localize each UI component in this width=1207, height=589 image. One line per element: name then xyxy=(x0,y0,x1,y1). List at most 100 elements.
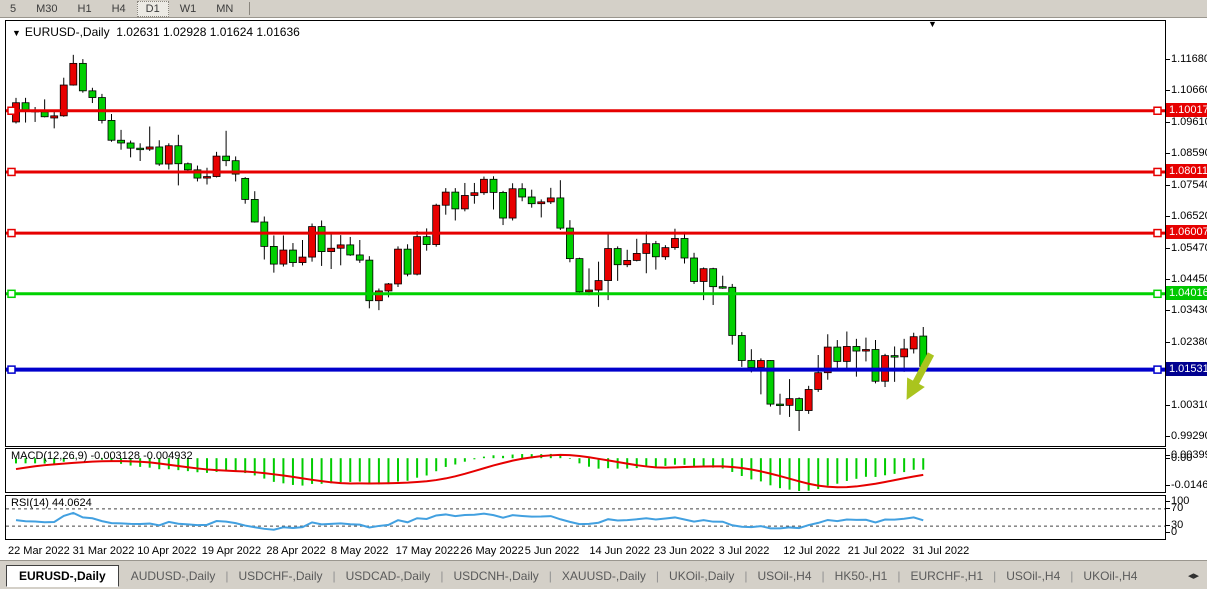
candle xyxy=(347,237,354,256)
candle xyxy=(624,250,631,267)
candle xyxy=(891,346,898,381)
date-tick-label: 14 Jun 2022 xyxy=(589,545,650,557)
level-line-1.08011[interactable] xyxy=(6,168,1165,175)
candle xyxy=(595,262,602,307)
line-handle[interactable] xyxy=(8,290,15,297)
line-handle[interactable] xyxy=(1154,168,1161,175)
price-tick-label: 1.09610 xyxy=(1171,116,1207,128)
price-tick-label: 1.02380 xyxy=(1171,336,1207,348)
candle xyxy=(843,332,850,370)
candle xyxy=(242,177,249,204)
symbol-tab-hk50-h1[interactable]: HK50-,H1 xyxy=(827,566,896,586)
symbol-tab-usdchf-daily[interactable]: USDCHF-,Daily xyxy=(231,566,331,586)
chart-shift-marker-icon[interactable]: ▼ xyxy=(928,19,937,29)
timeframe-toolbar: 5M30H1H4D1W1MN xyxy=(0,0,1207,18)
price-level-badge: 1.06007 xyxy=(1166,225,1207,239)
date-tick-label: 8 May 2022 xyxy=(331,545,388,557)
timeframe-button-w1[interactable]: W1 xyxy=(171,1,206,17)
date-tick-label: 19 Apr 2022 xyxy=(202,545,261,557)
line-handle[interactable] xyxy=(1154,230,1161,237)
candle xyxy=(289,243,296,267)
symbol-label: EURUSD-,Daily xyxy=(25,25,110,39)
candle xyxy=(719,276,726,289)
macd-indicator-pane[interactable]: MACD(12,26,9) -0.003128 -0.004932 xyxy=(5,448,1166,493)
candlestick-canvas[interactable] xyxy=(6,21,1165,446)
price-tick-label: 1.07540 xyxy=(1171,179,1207,191)
symbol-tab-usdcad-daily[interactable]: USDCAD-,Daily xyxy=(338,566,439,586)
symbol-tab-eurusd-daily[interactable]: EURUSD-,Daily xyxy=(6,565,119,587)
symbol-tab-audusd-daily[interactable]: AUDUSD-,Daily xyxy=(123,566,224,586)
candle xyxy=(194,166,201,182)
tab-separator: | xyxy=(1070,569,1073,583)
price-axis[interactable]: 1.116801.106601.096101.085901.075401.065… xyxy=(1166,20,1207,540)
rsi-canvas[interactable] xyxy=(6,496,1165,539)
candle xyxy=(767,360,774,406)
candle xyxy=(519,183,526,201)
candle xyxy=(471,183,478,204)
candle xyxy=(538,199,545,217)
candle xyxy=(872,340,879,383)
line-handle[interactable] xyxy=(8,366,15,373)
macd-axis-label: 0.00 xyxy=(1171,452,1192,464)
rsi-label: RSI(14) 44.0624 xyxy=(11,497,92,509)
rsi-indicator-pane[interactable]: RSI(14) 44.0624 xyxy=(5,495,1166,540)
timeframe-button-m30[interactable]: M30 xyxy=(27,1,66,17)
timeframe-button-h1[interactable]: H1 xyxy=(69,1,101,17)
candle xyxy=(862,338,869,362)
candle xyxy=(480,177,487,195)
candle xyxy=(156,140,163,166)
tab-separator: | xyxy=(656,569,659,583)
line-handle[interactable] xyxy=(8,230,15,237)
chart-window: ▼EURUSD-,Daily 1.02631 1.02928 1.01624 1… xyxy=(0,18,1207,560)
candle xyxy=(79,59,86,93)
candle xyxy=(41,99,48,117)
candle xyxy=(509,183,516,220)
candle xyxy=(127,141,134,158)
symbol-tab-eurchf-h1[interactable]: EURCHF-,H1 xyxy=(902,566,991,586)
level-line-1.06007[interactable] xyxy=(6,230,1165,237)
rsi-axis-label: 70 xyxy=(1171,502,1183,514)
candle xyxy=(910,333,917,354)
price-level-badge: 1.10017 xyxy=(1166,103,1207,117)
price-tick-label: 0.99290 xyxy=(1171,430,1207,442)
line-handle[interactable] xyxy=(8,168,15,175)
date-tick-label: 31 Mar 2022 xyxy=(73,545,135,557)
candle xyxy=(796,397,803,431)
timeframe-button-5[interactable]: 5 xyxy=(1,1,25,17)
candle xyxy=(414,231,421,275)
level-line-1.10017[interactable] xyxy=(6,107,1165,114)
line-handle[interactable] xyxy=(8,107,15,114)
timeframe-button-d1[interactable]: D1 xyxy=(137,1,169,17)
candle xyxy=(223,131,230,166)
price-tick-label: 1.05470 xyxy=(1171,242,1207,254)
candle xyxy=(834,340,841,369)
rsi-line xyxy=(16,513,923,530)
symbol-dropdown-icon[interactable]: ▼ xyxy=(12,28,21,38)
symbol-tab-ukoil-h4[interactable]: UKOil-,H4 xyxy=(1075,566,1145,586)
timeframe-button-h4[interactable]: H4 xyxy=(103,1,135,17)
candle xyxy=(681,232,688,264)
symbol-tab-bar: EURUSD-,DailyAUDUSD-,Daily | USDCHF-,Daily… xyxy=(0,560,1207,589)
tab-separator: | xyxy=(549,569,552,583)
price-tick-label: 1.04450 xyxy=(1171,273,1207,285)
line-handle[interactable] xyxy=(1154,290,1161,297)
timeframe-button-mn[interactable]: MN xyxy=(207,1,242,17)
price-chart-pane[interactable]: ▼EURUSD-,Daily 1.02631 1.02928 1.01624 1… xyxy=(5,20,1166,447)
date-axis[interactable]: 22 Mar 202231 Mar 202210 Apr 202219 Apr … xyxy=(5,542,1166,559)
price-tick-label: 1.00310 xyxy=(1171,399,1207,411)
symbol-tab-usoil-h4[interactable]: USOil-,H4 xyxy=(750,566,820,586)
symbol-tab-usoil-h4[interactable]: USOil-,H4 xyxy=(998,566,1068,586)
symbol-tab-xauusd-daily[interactable]: XAUUSD-,Daily xyxy=(554,566,654,586)
tab-scroll-right-icon[interactable]: ▸ xyxy=(1193,569,1199,582)
candle xyxy=(433,204,440,247)
candle xyxy=(404,244,411,276)
tab-separator: | xyxy=(440,569,443,583)
symbol-tab-ukoil-daily[interactable]: UKOil-,Daily xyxy=(661,566,742,586)
level-line-1.01531[interactable] xyxy=(6,366,1165,373)
line-handle[interactable] xyxy=(1154,366,1161,373)
candle xyxy=(108,114,115,142)
line-handle[interactable] xyxy=(1154,107,1161,114)
symbol-tab-usdcnh-daily[interactable]: USDCNH-,Daily xyxy=(445,566,546,586)
candle xyxy=(337,235,344,265)
tab-separator: | xyxy=(744,569,747,583)
